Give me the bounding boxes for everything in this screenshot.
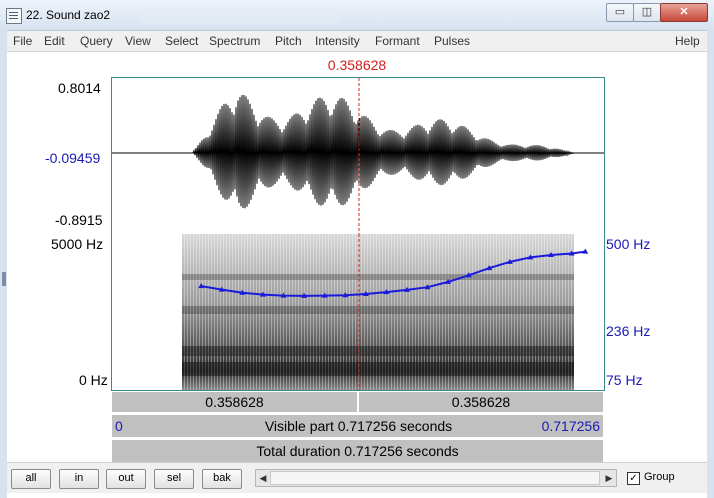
- title-bar: 22. Sound zao2 ▭ ◫ ✕: [0, 0, 714, 31]
- zoom-back-button[interactable]: bak: [202, 469, 242, 489]
- time-bar-right-value: 0.358628: [451, 394, 511, 410]
- menu-bar: File Edit Query View Select Spectrum Pit…: [7, 31, 707, 52]
- cursor-time-label: 0.358628: [327, 57, 387, 73]
- minimize-button[interactable]: ▭: [606, 3, 634, 22]
- window-left-frame: [0, 30, 7, 498]
- menu-select[interactable]: Select: [165, 34, 198, 48]
- waveform-y-cursor: -0.09459: [45, 150, 101, 166]
- zoom-in-button[interactable]: in: [59, 469, 99, 489]
- visible-end: 0.717256: [541, 418, 600, 434]
- visible-part-label: Visible part 0.717256 seconds: [264, 418, 453, 434]
- time-bar-right[interactable]: 0.358628: [358, 391, 604, 413]
- waveform-svg: [112, 78, 604, 234]
- time-bar-left-value: 0.358628: [205, 394, 264, 410]
- spectrogram-formant-band-1: [182, 274, 574, 280]
- waveform-panel[interactable]: [111, 77, 605, 235]
- window-title: 22. Sound zao2: [26, 8, 111, 22]
- pitch-axis-cursor: 236 Hz: [606, 323, 651, 339]
- maximize-button[interactable]: ◫: [633, 3, 661, 22]
- spectrogram-panel[interactable]: [111, 234, 605, 391]
- spectrogram-svg: [182, 234, 589, 390]
- spectrogram-formant-band-4: [182, 362, 574, 376]
- menu-spectrum[interactable]: Spectrum: [209, 34, 260, 48]
- scrollbar-thumb[interactable]: [270, 471, 600, 485]
- zoom-selection-button[interactable]: sel: [154, 469, 194, 489]
- pitch-axis-max: 500 Hz: [606, 236, 651, 252]
- menu-pulses[interactable]: Pulses: [434, 34, 470, 48]
- menu-intensity[interactable]: Intensity: [315, 34, 360, 48]
- menu-formant[interactable]: Formant: [375, 34, 420, 48]
- waveform-y-min: -0.8915: [55, 212, 103, 228]
- zoom-out-button[interactable]: out: [106, 469, 146, 489]
- close-button[interactable]: ✕: [660, 3, 708, 22]
- waveform-trace: [112, 94, 604, 209]
- menu-edit[interactable]: Edit: [44, 34, 65, 48]
- visible-part-bar[interactable]: 0 Visible part 0.717256 seconds 0.717256: [111, 414, 604, 438]
- spectrogram-freq-min: 0 Hz: [79, 372, 108, 388]
- menu-file[interactable]: File: [13, 34, 32, 48]
- waveform-y-max: 0.8014: [58, 80, 101, 96]
- title-bar-reflection: [140, 8, 340, 24]
- spectrogram-formant-band-2: [182, 306, 574, 314]
- bottom-toolbar: all in out sel bak ◀ ▶ ✓ Group: [7, 462, 707, 493]
- scroll-right-arrow-icon[interactable]: ▶: [602, 470, 616, 486]
- window-right-frame: [707, 30, 714, 498]
- time-scrollbar[interactable]: ◀ ▶: [255, 469, 617, 487]
- menu-pitch[interactable]: Pitch: [275, 34, 302, 48]
- total-duration-label: Total duration 0.717256 seconds: [256, 443, 459, 459]
- menu-view[interactable]: View: [125, 34, 151, 48]
- group-checkbox[interactable]: ✓: [627, 472, 640, 485]
- menu-query[interactable]: Query: [80, 34, 113, 48]
- window-icon: [6, 8, 22, 24]
- spectrogram-formant-band-3: [182, 346, 574, 356]
- time-bar-left[interactable]: 0.358628: [111, 391, 358, 413]
- group-label: Group: [644, 471, 675, 483]
- scroll-left-arrow-icon[interactable]: ◀: [256, 470, 270, 486]
- window-resize-grip[interactable]: [2, 272, 6, 286]
- spectrogram-freq-max: 5000 Hz: [51, 236, 104, 252]
- menu-help[interactable]: Help: [675, 34, 700, 48]
- zoom-all-button[interactable]: all: [11, 469, 51, 489]
- total-duration-bar[interactable]: Total duration 0.717256 seconds: [111, 439, 604, 463]
- pitch-axis-min: 75 Hz: [606, 372, 643, 388]
